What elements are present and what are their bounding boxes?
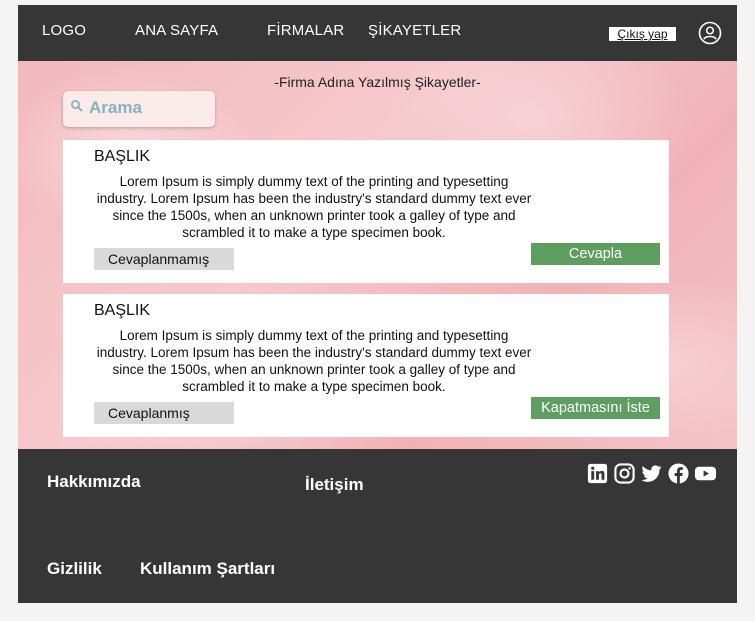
main-content: -Firma Adına Yazılmış Şikayetler- BAŞLIK… (18, 61, 737, 449)
nav-complaints[interactable]: ŞİKAYETLER (368, 22, 461, 39)
request-close-button[interactable]: Kapatmasını İste (531, 397, 660, 419)
complaint-body: Lorem Ipsum is simply dummy text of the … (96, 328, 532, 394)
footer-privacy-link[interactable]: Gizlilik (47, 559, 102, 579)
complaint-body: Lorem Ipsum is simply dummy text of the … (96, 174, 532, 240)
complaint-card: BAŞLIK Lorem Ipsum is simply dummy text … (63, 294, 669, 437)
page-title: -Firma Adına Yazılmış Şikayetler- (274, 74, 481, 90)
app-frame: LOGO ANA SAYFA FİRMALAR ŞİKAYETLER Çıkış… (18, 5, 737, 603)
complaint-title: BAŞLIK (94, 148, 151, 165)
footer-about-link[interactable]: Hakkımızda (47, 472, 141, 492)
search-input[interactable] (89, 97, 209, 119)
youtube-icon[interactable] (694, 462, 717, 485)
status-badge: Cevaplanmamış (94, 248, 234, 270)
logout-button[interactable]: Çıkış yap (609, 27, 676, 41)
logo[interactable]: LOGO (42, 22, 86, 39)
status-badge: Cevaplanmış (94, 402, 234, 424)
reply-button[interactable]: Cevapla (531, 243, 660, 265)
footer-terms-link[interactable]: Kullanım Şartları (140, 559, 275, 579)
search-box[interactable] (63, 91, 215, 127)
complaint-title: BAŞLIK (94, 302, 151, 319)
instagram-icon[interactable] (613, 462, 636, 485)
footer: Hakkımızda İletişim Gizlilik Kullanım Şa… (18, 449, 737, 603)
facebook-icon[interactable] (667, 462, 690, 485)
complaint-card: BAŞLIK Lorem Ipsum is simply dummy text … (63, 140, 669, 283)
social-links (586, 462, 717, 486)
top-navbar: LOGO ANA SAYFA FİRMALAR ŞİKAYETLER Çıkış… (18, 5, 737, 61)
nav-companies[interactable]: FİRMALAR (267, 22, 344, 39)
footer-contact-link[interactable]: İletişim (305, 475, 364, 495)
search-icon (70, 99, 84, 113)
user-profile-icon[interactable] (698, 21, 722, 45)
twitter-icon[interactable] (640, 462, 663, 485)
nav-home[interactable]: ANA SAYFA (135, 22, 218, 39)
linkedin-icon[interactable] (586, 462, 609, 485)
